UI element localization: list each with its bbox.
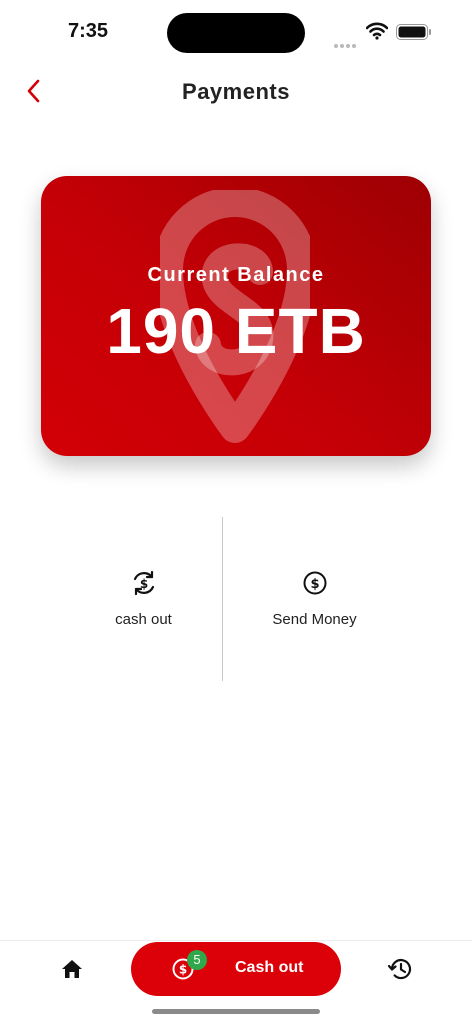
wifi-icon (366, 22, 388, 40)
send-money-label: Send Money (272, 611, 357, 628)
status-time: 7:35 (68, 20, 109, 42)
action-panel: $ cash out $ Send Money (60, 517, 412, 681)
balance-amount: 190 ETB (106, 295, 366, 367)
battery-icon (396, 24, 431, 40)
cash-out-button[interactable]: $ 5 Cash out (131, 942, 341, 996)
home-icon[interactable] (58, 955, 86, 983)
dynamic-island (167, 13, 305, 53)
history-icon[interactable] (386, 955, 414, 983)
signal-icon (334, 35, 358, 53)
svg-text:$: $ (139, 577, 147, 591)
page-title: Payments (182, 79, 290, 104)
svg-text:$: $ (179, 963, 187, 977)
cash-out-action[interactable]: $ cash out (60, 517, 227, 681)
status-bar: 7:35 (0, 0, 472, 64)
home-indicator (152, 1009, 320, 1014)
currency-exchange-icon: $ (133, 570, 154, 596)
svg-text:$: $ (310, 577, 319, 592)
dollar-circle-icon: $ (303, 571, 326, 595)
balance-card: Current Balance 190 ETB (41, 176, 431, 456)
cash-out-label: cash out (115, 611, 172, 628)
send-money-action[interactable]: $ Send Money (223, 517, 406, 681)
notification-badge: 5 (187, 950, 207, 970)
balance-label: Current Balance (147, 264, 325, 286)
cash-out-button-label: Cash out (235, 959, 304, 976)
